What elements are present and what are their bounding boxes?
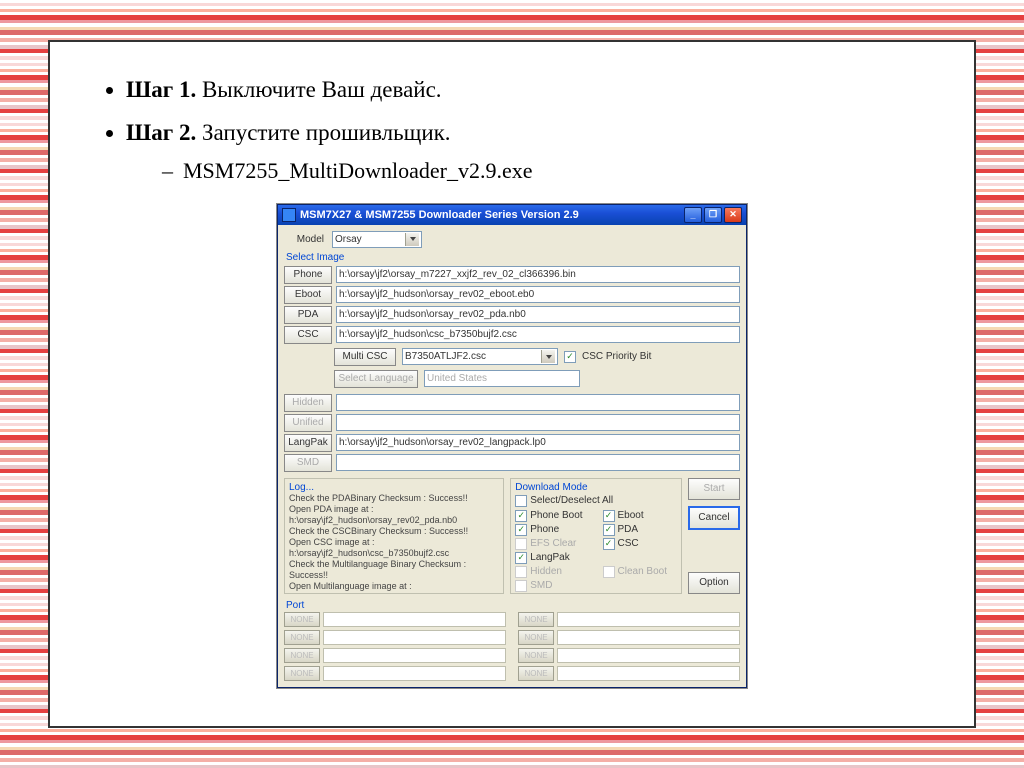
hidden-label: Hidden	[530, 566, 562, 577]
pda-field[interactable]: h:\orsay\jf2_hudson\orsay_rev02_pda.nb0	[336, 306, 740, 323]
port-none-button: NONE	[284, 630, 320, 645]
select-image-label: Select Image	[286, 252, 740, 263]
step-1-text: Выключите Ваш девайс.	[196, 77, 441, 102]
slide-frame: Шаг 1. Выключите Ваш девайс. Шаг 2. Запу…	[48, 40, 976, 728]
phone-label: Phone	[530, 524, 559, 535]
phone-boot-label: Phone Boot	[530, 510, 582, 521]
eboot-button[interactable]: Eboot	[284, 286, 332, 304]
option-button[interactable]: Option	[688, 572, 740, 594]
model-combo[interactable]: Orsay	[332, 231, 422, 248]
port-none-button: NONE	[284, 648, 320, 663]
port-none-button: NONE	[284, 666, 320, 681]
eboot-field[interactable]: h:\orsay\jf2_hudson\orsay_rev02_eboot.eb…	[336, 286, 740, 303]
efs-clear-label: EFS Clear	[530, 538, 576, 549]
client-area: Model Orsay Select Image Phone h:\orsay\…	[278, 225, 746, 687]
unified-field	[336, 414, 740, 431]
hidden-checkbox	[515, 566, 527, 578]
port-label: Port	[286, 600, 740, 611]
csc-checkbox[interactable]: ✓	[603, 538, 615, 550]
eboot-label: Eboot	[618, 510, 644, 521]
step-1: Шаг 1. Выключите Ваш девайс.	[126, 70, 918, 109]
csc-field[interactable]: h:\orsay\jf2_hudson\csc_b7350bujf2.csc	[336, 326, 740, 343]
select-all-checkbox[interactable]	[515, 495, 527, 507]
start-button: Start	[688, 478, 740, 500]
step-1-label: Шаг 1.	[126, 77, 196, 102]
log-text[interactable]: Check the PDABinary Checksum : Success!!…	[289, 493, 499, 594]
phone-field[interactable]: h:\orsay\jf2\orsay_m7227_xxjf2_rev_02_cl…	[336, 266, 740, 283]
hidden-field	[336, 394, 740, 411]
step-2-text: Запустите прошивльщик.	[196, 120, 450, 145]
langpak-checkbox[interactable]: ✓	[515, 552, 527, 564]
clean-boot-checkbox	[603, 566, 615, 578]
port-none-button: NONE	[518, 630, 554, 645]
port-none-button: NONE	[518, 666, 554, 681]
port-grid: NONE NONE NONE NONE NONE NONE NONE NONE	[284, 612, 740, 681]
downloader-window: MSM7X27 & MSM7255 Downloader Series Vers…	[277, 204, 747, 688]
port-none-button: NONE	[284, 612, 320, 627]
langpak-button[interactable]: LangPak	[284, 434, 332, 452]
dropdown-icon	[541, 350, 555, 363]
port-none-button: NONE	[518, 648, 554, 663]
log-label: Log...	[289, 482, 499, 493]
smd-button: SMD	[284, 454, 332, 472]
download-mode-panel: Download Mode Select/Deselect All ✓Phone…	[510, 478, 682, 594]
csc-button[interactable]: CSC	[284, 326, 332, 344]
langpak-field[interactable]: h:\orsay\jf2_hudson\orsay_rev02_langpack…	[336, 434, 740, 451]
log-panel: Log... Check the PDABinary Checksum : Su…	[284, 478, 504, 594]
dropdown-icon	[405, 233, 419, 246]
phone-boot-checkbox[interactable]: ✓	[515, 510, 527, 522]
smd-checkbox	[515, 580, 527, 592]
step-2: Шаг 2. Запустите прошивльщик. MSM7255_Mu…	[126, 113, 918, 189]
select-all-label: Select/Deselect All	[530, 495, 613, 506]
app-icon	[282, 208, 296, 222]
smd-field	[336, 454, 740, 471]
port-field	[557, 630, 740, 645]
window-title: MSM7X27 & MSM7255 Downloader Series Vers…	[300, 209, 579, 221]
csc-priority-checkbox[interactable]: ✓	[564, 351, 576, 363]
maximize-button[interactable]: ❐	[704, 207, 722, 223]
titlebar[interactable]: MSM7X27 & MSM7255 Downloader Series Vers…	[278, 205, 746, 225]
hidden-button: Hidden	[284, 394, 332, 412]
port-field	[557, 648, 740, 663]
multicsc-button[interactable]: Multi CSC	[334, 348, 396, 366]
pda-button[interactable]: PDA	[284, 306, 332, 324]
phone-checkbox[interactable]: ✓	[515, 524, 527, 536]
multicsc-combo[interactable]: B7350ATLJF2.csc	[402, 348, 558, 365]
minimize-button[interactable]: _	[684, 207, 702, 223]
port-field	[323, 630, 506, 645]
download-mode-label: Download Mode	[515, 482, 677, 493]
multicsc-value: B7350ATLJF2.csc	[405, 349, 486, 364]
model-value: Orsay	[335, 232, 362, 247]
port-field	[323, 612, 506, 627]
csc-label: CSC	[618, 538, 639, 549]
eboot-checkbox[interactable]: ✓	[603, 510, 615, 522]
unified-button: Unified	[284, 414, 332, 432]
sub-item: MSM7255_MultiDownloader_v2.9.exe	[162, 152, 918, 189]
port-field	[557, 612, 740, 627]
smd-label: SMD	[530, 580, 552, 591]
cancel-button[interactable]: Cancel	[688, 506, 740, 530]
steps-list: Шаг 1. Выключите Ваш девайс. Шаг 2. Запу…	[126, 70, 918, 190]
sub-list: MSM7255_MultiDownloader_v2.9.exe	[162, 152, 918, 189]
langpak-label: LangPak	[530, 552, 569, 563]
step-2-label: Шаг 2.	[126, 120, 196, 145]
close-button[interactable]: ✕	[724, 207, 742, 223]
port-field	[557, 666, 740, 681]
pda-checkbox[interactable]: ✓	[603, 524, 615, 536]
efs-clear-checkbox	[515, 538, 527, 550]
select-language-field: United States	[424, 370, 580, 387]
phone-button[interactable]: Phone	[284, 266, 332, 284]
port-field	[323, 666, 506, 681]
clean-boot-label: Clean Boot	[618, 566, 667, 577]
model-label: Model	[284, 234, 324, 245]
select-language-button: Select Language	[334, 370, 418, 388]
pda-label: PDA	[618, 524, 639, 535]
port-field	[323, 648, 506, 663]
port-none-button: NONE	[518, 612, 554, 627]
csc-priority-label: CSC Priority Bit	[582, 351, 651, 362]
